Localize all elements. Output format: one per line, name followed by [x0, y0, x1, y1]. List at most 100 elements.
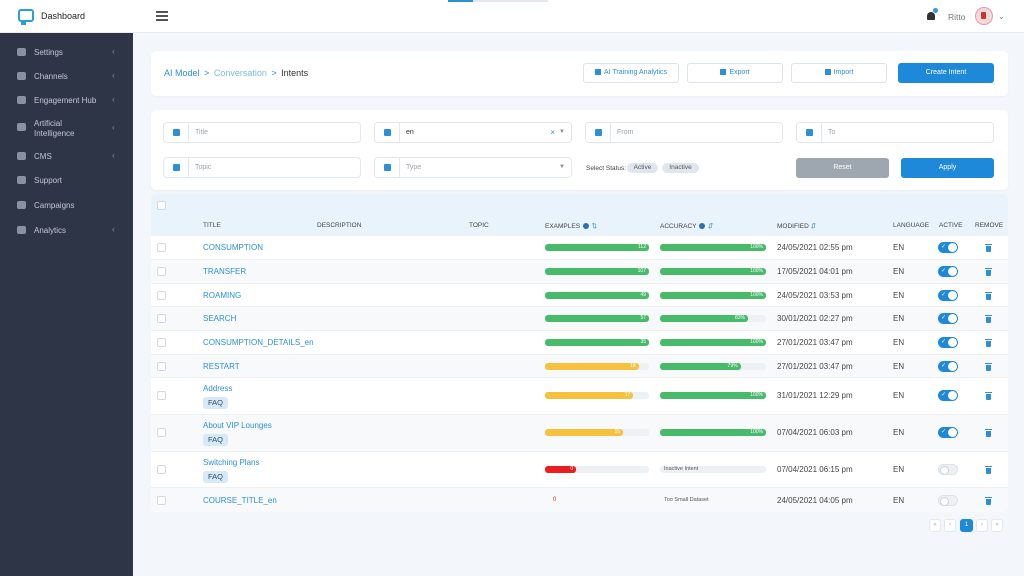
table-row[interactable]: RESTART 18 79% 27/01/2021 03:47 pm EN	[151, 354, 1008, 377]
row-checkbox[interactable]	[157, 362, 166, 371]
next-page-button[interactable]: ›	[976, 519, 988, 532]
sidebar-item-campaigns[interactable]: Campaigns	[0, 195, 133, 217]
sidebar-item-label: Artificial Intelligence	[34, 119, 75, 138]
active-toggle[interactable]	[938, 290, 958, 301]
trash-icon[interactable]	[985, 339, 992, 347]
create-intent-button[interactable]: Create Intent	[898, 63, 994, 83]
sort-icon[interactable]: ⇅	[592, 223, 597, 230]
type-select[interactable]: Type ▼	[374, 157, 572, 178]
table-row[interactable]: About VIP Lounges FAQ 15 100% 07/04/2021 06:…	[151, 414, 1008, 451]
row-checkbox[interactable]	[157, 465, 166, 474]
active-toggle[interactable]	[938, 495, 958, 506]
column-accuracy[interactable]: ACCURACY ⇵	[660, 222, 713, 230]
intent-title-link[interactable]: CONSUMPTION_DETAILS_en	[203, 338, 314, 347]
table-row[interactable]: Switching Plans FAQ 0 Inactive Intent 07/04/…	[151, 451, 1008, 487]
table-row[interactable]: TRANSFER 107 100% 17/05/2021 04:01 pm EN	[151, 259, 1008, 283]
chevron-down-icon[interactable]: ▼	[559, 164, 565, 170]
table-row[interactable]: Address FAQ 17 100% 31/01/2021 12:29 pm EN	[151, 377, 1008, 414]
active-toggle[interactable]	[938, 390, 958, 401]
info-icon[interactable]	[699, 223, 706, 229]
intent-title-link[interactable]: Switching Plans	[203, 458, 259, 467]
intent-title-link[interactable]: CONSUMPTION	[203, 243, 263, 252]
column-title[interactable]: TITLE	[203, 222, 221, 229]
notification-bell-icon[interactable]	[926, 8, 938, 22]
intent-title-link[interactable]: RESTART	[203, 362, 240, 371]
trash-icon[interactable]	[985, 292, 992, 300]
table-row[interactable]: CONSUMPTION 112 100% 24/05/2021 02:55 pm EN	[151, 235, 1008, 259]
breadcrumb-conversation[interactable]: Conversation	[214, 68, 267, 78]
intent-title-link[interactable]: TRANSFER	[203, 267, 246, 276]
row-checkbox[interactable]	[157, 391, 166, 400]
active-toggle[interactable]	[938, 464, 958, 475]
prev-page-button[interactable]: ‹	[944, 519, 956, 532]
table-row[interactable]: CONSUMPTION_DETAILS_en 35 100% 27/01/2021 0…	[151, 330, 1008, 354]
sidebar-item-support[interactable]: Support	[0, 170, 133, 192]
import-button[interactable]: Import	[791, 63, 887, 83]
table-row[interactable]: COURSE_TITLE_en 0 Too Small Dataset 24/05/2…	[151, 487, 1008, 512]
row-checkbox[interactable]	[157, 291, 166, 300]
trash-icon[interactable]	[985, 497, 992, 505]
column-examples[interactable]: EXAMPLES ⇅	[545, 222, 597, 230]
sidebar-item-settings[interactable]: Settings ‹	[0, 42, 133, 64]
intent-title-link[interactable]: Address	[203, 384, 232, 393]
topic-filter[interactable]: Topic	[163, 157, 361, 178]
trash-icon[interactable]	[985, 315, 992, 323]
active-toggle[interactable]	[938, 427, 958, 438]
page-1-button[interactable]: 1	[960, 519, 973, 532]
ai-training-analytics-button[interactable]: AI Training Analytics	[583, 63, 679, 83]
trash-icon[interactable]	[985, 466, 992, 474]
trash-icon[interactable]	[985, 363, 992, 371]
export-button[interactable]: Export	[687, 63, 783, 83]
user-name[interactable]: Ritto	[948, 12, 965, 22]
sidebar-item-cms[interactable]: CMS ‹	[0, 146, 133, 168]
language-select[interactable]: en × ▼	[374, 122, 572, 143]
apply-button[interactable]: Apply	[901, 158, 994, 178]
active-toggle[interactable]	[938, 242, 958, 253]
last-page-button[interactable]: »	[991, 519, 1003, 532]
active-toggle[interactable]	[938, 266, 958, 277]
table-row[interactable]: ROAMING 49 100% 24/05/2021 03:53 pm EN	[151, 283, 1008, 306]
info-icon[interactable]	[582, 223, 589, 229]
row-checkbox[interactable]	[157, 496, 166, 505]
menu-toggle-icon[interactable]	[156, 11, 168, 21]
select-all-checkbox[interactable]	[157, 201, 166, 210]
sidebar-item-engagement-hub[interactable]: Engagement Hub ‹	[0, 90, 133, 112]
avatar[interactable]	[975, 7, 993, 25]
sidebar-item-artificial-intelligence[interactable]: Artificial Intelligence ‹	[0, 113, 133, 138]
to-date-field[interactable]: To	[796, 122, 994, 143]
intent-title-link[interactable]: SEARCH	[203, 314, 236, 323]
intent-title-link[interactable]: About VIP Lounges	[203, 421, 272, 430]
chevron-down-icon[interactable]: ▼	[559, 129, 565, 135]
column-modified[interactable]: MODIFIED ⇵	[777, 222, 816, 230]
active-toggle[interactable]	[938, 361, 958, 372]
active-toggle[interactable]	[938, 337, 958, 348]
row-checkbox[interactable]	[157, 267, 166, 276]
chevron-down-icon[interactable]: ⌄	[998, 12, 1005, 21]
from-date-field[interactable]: From	[585, 122, 783, 143]
table-row[interactable]: SEARCH 57 83% 30/01/2021 02:27 pm EN	[151, 306, 1008, 330]
sidebar-item-analytics[interactable]: Analytics ‹	[0, 220, 133, 242]
status-active-chip[interactable]: Active	[627, 163, 658, 173]
active-toggle[interactable]	[938, 313, 958, 324]
reset-button[interactable]: Reset	[796, 158, 889, 178]
row-checkbox[interactable]	[157, 243, 166, 252]
sidebar-item-channels[interactable]: Channels ‹	[0, 66, 133, 88]
intent-title-link[interactable]: COURSE_TITLE_en	[203, 496, 277, 505]
sort-icon[interactable]: ⇵	[708, 223, 713, 230]
row-checkbox[interactable]	[157, 428, 166, 437]
title-filter[interactable]: Title	[163, 122, 361, 143]
trash-icon[interactable]	[985, 244, 992, 252]
row-checkbox[interactable]	[157, 338, 166, 347]
brand-title[interactable]: Dashboard	[41, 11, 85, 21]
breadcrumb-ai-model[interactable]: AI Model	[164, 68, 200, 78]
trash-icon[interactable]	[985, 429, 992, 437]
intent-title-link[interactable]: ROAMING	[203, 291, 241, 300]
trash-icon[interactable]	[985, 392, 992, 400]
status-inactive-chip[interactable]: Inactive	[662, 163, 699, 173]
trash-icon[interactable]	[985, 268, 992, 276]
clear-icon[interactable]: ×	[550, 128, 555, 137]
row-checkbox[interactable]	[157, 314, 166, 323]
logo-icon[interactable]	[18, 9, 34, 25]
sort-icon[interactable]: ⇵	[811, 223, 816, 230]
first-page-button[interactable]: «	[929, 519, 941, 532]
